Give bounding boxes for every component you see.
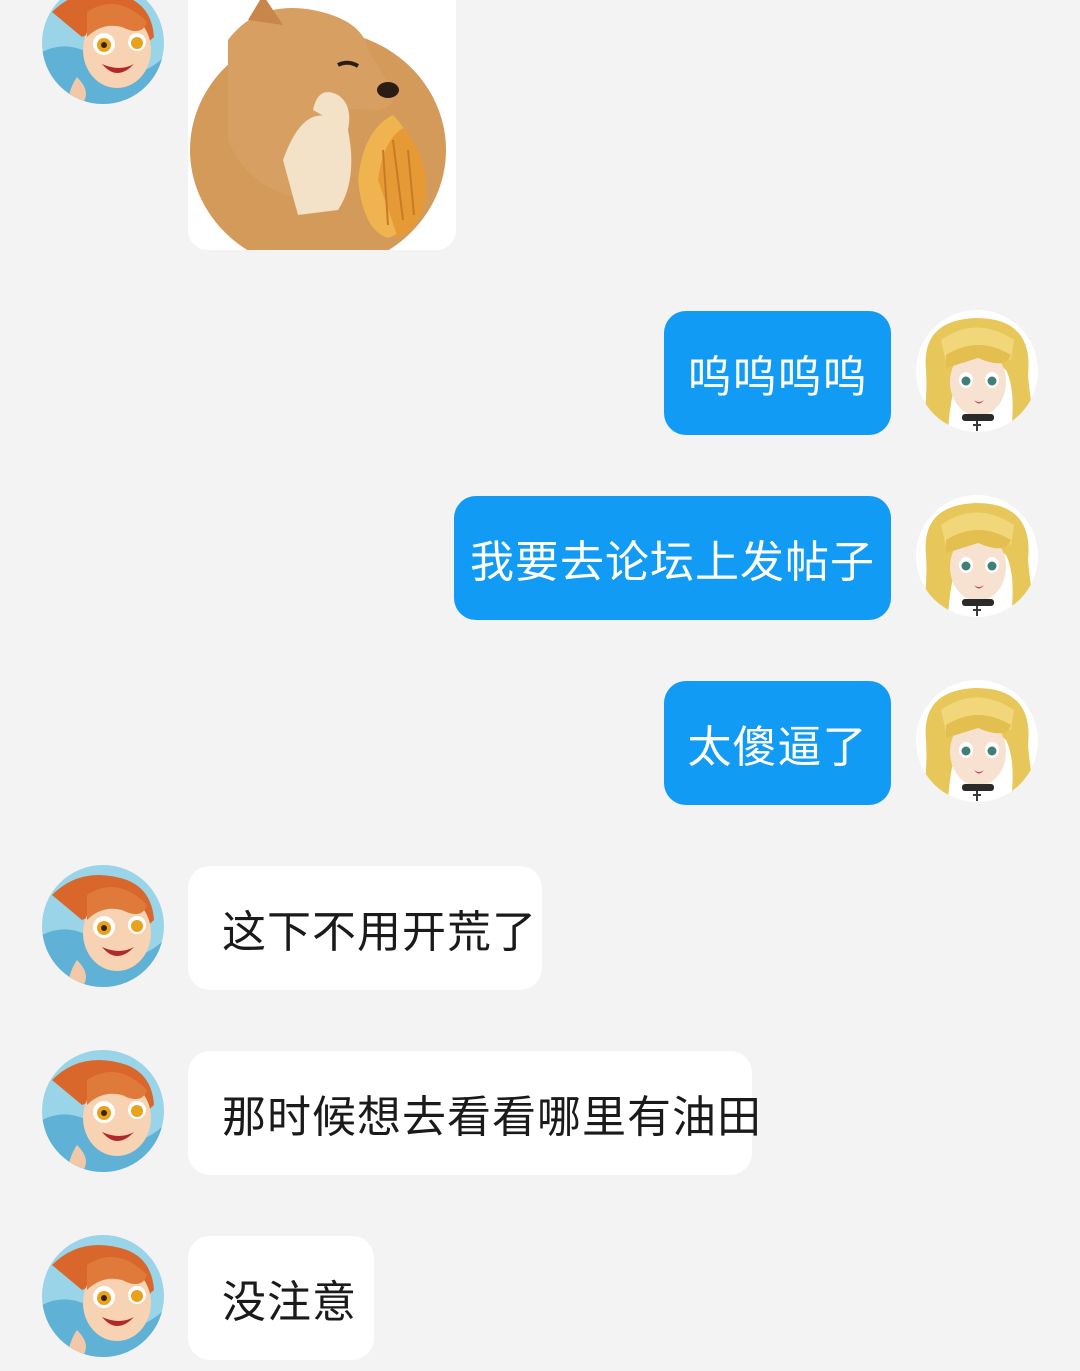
incoming-message-bubble[interactable]: 没注意	[188, 1236, 374, 1360]
my-avatar-icon	[916, 495, 1038, 617]
contact-avatar[interactable]	[42, 1050, 164, 1172]
message-text: 那时候想去看看哪里有油田	[222, 1092, 762, 1143]
message-text: 这下不用开荒了	[222, 907, 537, 958]
my-avatar[interactable]	[916, 680, 1038, 802]
message-text: 呜呜呜呜	[687, 352, 868, 403]
my-avatar-icon	[916, 310, 1038, 432]
my-avatar[interactable]	[916, 495, 1038, 617]
message-text: 没注意	[222, 1277, 357, 1328]
message-text: 我要去论坛上发帖子	[470, 537, 875, 588]
contact-avatar-icon	[42, 865, 164, 987]
message-text: 太傻逼了	[687, 722, 868, 773]
contact-avatar[interactable]	[42, 0, 164, 104]
my-avatar-icon	[916, 680, 1038, 802]
contact-avatar-icon	[42, 1235, 164, 1357]
my-avatar[interactable]	[916, 310, 1038, 432]
incoming-message-bubble[interactable]: 那时候想去看看哪里有油田	[188, 1051, 761, 1175]
outgoing-message-bubble[interactable]: 我要去论坛上发帖子	[454, 496, 891, 620]
contact-avatar-icon	[42, 0, 164, 104]
incoming-message-bubble[interactable]: 这下不用开荒了	[188, 866, 542, 990]
sticker-message[interactable]	[188, 0, 456, 250]
contact-avatar-icon	[42, 1050, 164, 1172]
outgoing-message-bubble[interactable]: 太傻逼了	[664, 681, 891, 805]
contact-avatar[interactable]	[42, 865, 164, 987]
outgoing-message-bubble[interactable]: 呜呜呜呜	[664, 311, 891, 435]
doge-praying-sticker-icon	[188, 0, 456, 250]
contact-avatar[interactable]	[42, 1235, 164, 1357]
